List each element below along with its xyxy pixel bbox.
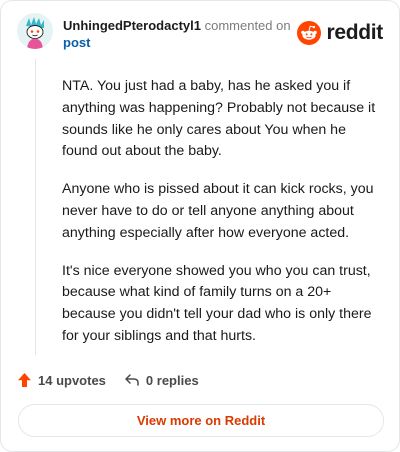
reddit-wordmark: reddit	[326, 21, 383, 44]
reply-count: 0 replies	[145, 372, 199, 388]
comment-paragraph: NTA. You just had a baby, has he asked y…	[62, 78, 376, 160]
snoo-avatar-icon	[17, 13, 53, 49]
reply-button[interactable]: 0 replies	[124, 373, 199, 388]
view-more-button[interactable]: View more on Reddit	[18, 404, 384, 437]
reddit-logo-icon	[297, 21, 322, 45]
reply-arrow-icon	[125, 374, 139, 386]
comment-body: NTA. You just had a baby, has he asked y…	[62, 76, 382, 364]
upvote-count: 14 upvotes	[38, 372, 106, 388]
user-avatar[interactable]	[17, 13, 53, 49]
reddit-brand[interactable]: reddit	[297, 20, 383, 46]
thread-line	[35, 59, 36, 355]
post-link[interactable]: post	[63, 35, 90, 50]
comment-paragraph: Anyone who is pissed about it can kick r…	[62, 181, 374, 241]
action-text: commented on	[204, 18, 291, 33]
comment-header: UnhingedPterodactyl1 commented on post	[63, 17, 293, 51]
comment-paragraph: It's nice everyone showed you who you ca…	[62, 262, 372, 344]
upvote-arrow-icon	[18, 373, 31, 387]
embedded-comment-card: UnhingedPterodactyl1 commented on post r…	[0, 0, 400, 452]
comment-actions: 14 upvotes 0 replies	[17, 370, 199, 390]
username-link[interactable]: UnhingedPterodactyl1	[63, 18, 201, 33]
upvote-button[interactable]: 14 upvotes	[17, 372, 106, 388]
